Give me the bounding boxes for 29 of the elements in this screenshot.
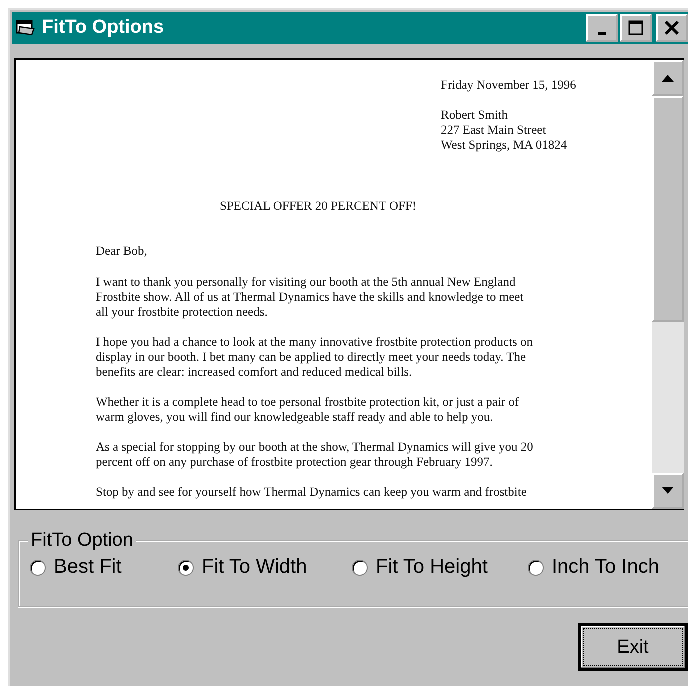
scroll-up-button[interactable] <box>652 60 684 96</box>
letter-heading: SPECIAL OFFER 20 PERCENT OFF! <box>220 199 418 214</box>
exit-button[interactable]: Exit <box>578 623 688 671</box>
radio-option[interactable]: Inch To Inch <box>528 556 660 579</box>
minimize-icon <box>598 32 606 34</box>
radio-option[interactable]: Best Fit <box>30 556 122 579</box>
down-arrow-icon <box>661 486 675 496</box>
recipient-address: Robert Smith 227 East Main Street West Springs, MA 01824 <box>441 108 568 153</box>
letter-paragraph: I hope you had a chance to look at the many innovative frostbite protection products on display in our booth. I bet many can be applied to directly meet your needs today. The benefits are clear: increased comfort and reduced medical bills. <box>96 335 534 380</box>
maximize-button[interactable] <box>620 14 652 42</box>
group-label: FitTo Option <box>28 530 136 552</box>
radio-option[interactable]: Fit To Width <box>178 556 308 579</box>
close-icon <box>664 20 680 36</box>
letter-date: Friday November 15, 1996 <box>441 78 578 93</box>
close-button[interactable] <box>656 14 688 42</box>
letter-paragraph: I want to thank you personally for visiting our booth at the 5th annual New England Frostbite show. All of us at Thermal Dynamics have the skills and knowledge to meet all your frostbite protection needs. <box>96 275 525 320</box>
up-arrow-icon <box>661 73 675 83</box>
radio-option[interactable]: Fit To Height <box>352 556 488 579</box>
salutation: Dear Bob, <box>96 244 148 259</box>
maximize-icon <box>628 20 644 36</box>
window-icon <box>16 19 36 37</box>
scrollbar-thumb[interactable] <box>652 96 684 322</box>
letter-paragraph: As a special for stopping by our booth at the show, Thermal Dynamics will give you 20 percent off on any purchase of frostbite protection gear through February 1997. <box>96 440 534 470</box>
letter-paragraph: Whether it is a complete head to toe personal frostbite protection kit, or just a pair of warm gloves, you will find our knowledgeable staff ready and able to help you. <box>96 395 520 425</box>
scroll-down-button[interactable] <box>652 473 684 509</box>
scrollbar[interactable] <box>652 60 684 509</box>
window-title: FitTo Options <box>42 17 166 39</box>
minimize-button[interactable] <box>586 14 618 42</box>
letter-paragraph: Stop by and see for yourself how Thermal Dynamics can keep you warm and frostbite <box>96 485 528 500</box>
